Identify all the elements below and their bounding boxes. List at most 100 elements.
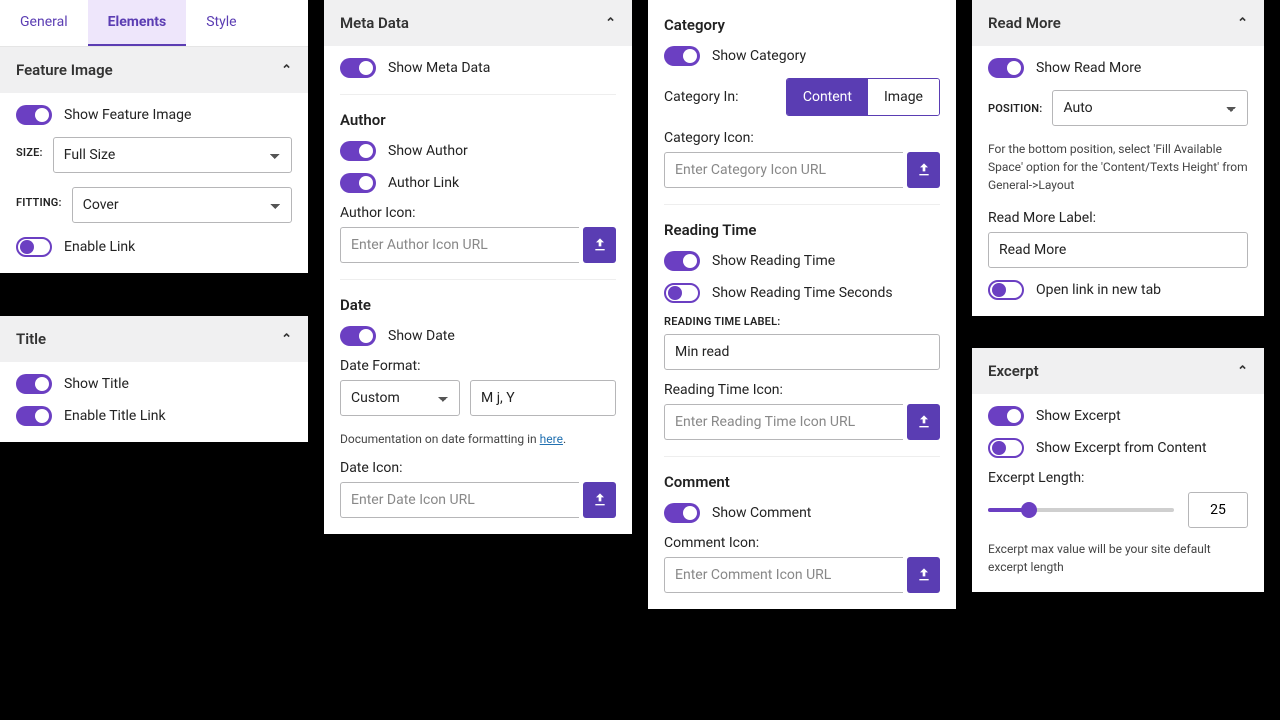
subheader-reading-time: Reading Time	[664, 221, 940, 239]
label-date-icon: Date Icon:	[340, 460, 616, 476]
upload-author-icon-button[interactable]	[583, 227, 616, 263]
label: Show Reading Time Seconds	[712, 285, 893, 301]
input-author-icon[interactable]	[340, 227, 579, 263]
toggle-author-link[interactable]	[340, 173, 376, 193]
help-position: For the bottom position, select 'Fill Av…	[988, 140, 1248, 194]
toggle-show-comment[interactable]	[664, 503, 700, 523]
label-author-icon: Author Icon:	[340, 205, 616, 221]
label-excerpt-length: Excerpt Length:	[988, 470, 1248, 486]
input-reading-time-icon[interactable]	[664, 404, 903, 440]
upload-icon	[592, 237, 608, 253]
label: Show Excerpt from Content	[1036, 440, 1207, 456]
label-comment-icon: Comment Icon:	[664, 535, 940, 551]
input-excerpt-length[interactable]: 25	[1188, 492, 1248, 528]
section-title: Excerpt	[988, 362, 1039, 380]
label-fitting: FITTING:	[16, 196, 62, 209]
section-title: Meta Data	[340, 14, 409, 32]
slider-excerpt-length[interactable]	[988, 508, 1174, 512]
section-excerpt[interactable]: Excerpt ⌃	[972, 348, 1264, 394]
label: Show Excerpt	[1036, 408, 1121, 424]
section-title: Read More	[988, 14, 1061, 32]
toggle-show-reading-time[interactable]	[664, 251, 700, 271]
label-size: SIZE:	[16, 146, 43, 159]
section-title: Title	[16, 330, 46, 348]
label-category-in: Category In:	[664, 89, 738, 105]
subheader-date: Date	[340, 296, 616, 314]
select-date-format[interactable]: Custom	[340, 380, 460, 416]
upload-category-icon-button[interactable]	[907, 152, 940, 188]
upload-icon	[916, 414, 932, 430]
input-date-icon[interactable]	[340, 482, 579, 518]
toggle-show-title[interactable]	[16, 374, 52, 394]
subheader-comment: Comment	[664, 473, 940, 491]
chevron-up-icon: ⌃	[281, 332, 292, 347]
toggle-show-category[interactable]	[664, 46, 700, 66]
label-reading-time-icon: Reading Time Icon:	[664, 382, 940, 398]
select-fitting[interactable]: Cover	[72, 187, 292, 223]
help-excerpt: Excerpt max value will be your site defa…	[988, 540, 1248, 576]
toggle-show-date[interactable]	[340, 326, 376, 346]
toggle-open-new-tab[interactable]	[988, 280, 1024, 300]
toggle-show-read-more[interactable]	[988, 58, 1024, 78]
toggle-enable-link[interactable]	[16, 237, 52, 257]
label-position: POSITION:	[988, 102, 1042, 115]
section-title[interactable]: Title ⌃	[0, 316, 308, 362]
label: Show Author	[388, 143, 468, 159]
section-title: Feature Image	[16, 61, 113, 79]
help-date-format: Documentation on date formatting in here…	[340, 430, 616, 448]
section-read-more[interactable]: Read More ⌃	[972, 0, 1264, 46]
section-feature-image[interactable]: Feature Image ⌃	[0, 47, 308, 93]
select-size[interactable]: Full Size	[53, 137, 292, 173]
toggle-show-meta[interactable]	[340, 58, 376, 78]
toggle-show-excerpt[interactable]	[988, 406, 1024, 426]
tab-style[interactable]: Style	[186, 0, 256, 46]
seg-option-content[interactable]: Content	[787, 79, 868, 115]
label: Show Category	[712, 48, 806, 64]
toggle-show-feature-image[interactable]	[16, 105, 52, 125]
label-reading-time-label: READING TIME LABEL:	[664, 315, 940, 328]
input-read-more-label[interactable]	[988, 232, 1248, 268]
label: Open link in new tab	[1036, 282, 1161, 298]
seg-category-in: Content Image	[786, 78, 940, 116]
label-category-icon: Category Icon:	[664, 130, 940, 146]
label: Show Read More	[1036, 60, 1141, 76]
label: Show Reading Time	[712, 253, 835, 269]
chevron-up-icon: ⌃	[1237, 364, 1248, 379]
upload-icon	[916, 162, 932, 178]
label: Enable Title Link	[64, 408, 166, 424]
label: Show Title	[64, 376, 129, 392]
input-date-custom-format[interactable]	[470, 380, 616, 416]
select-position[interactable]: Auto	[1052, 90, 1248, 126]
label: Enable Link	[64, 239, 135, 255]
label-date-format: Date Format:	[340, 358, 616, 374]
toggle-enable-title-link[interactable]	[16, 406, 52, 426]
label: Show Comment	[712, 505, 811, 521]
tab-elements[interactable]: Elements	[88, 0, 187, 46]
section-meta-data[interactable]: Meta Data ⌃	[324, 0, 632, 46]
toggle-show-reading-time-seconds[interactable]	[664, 283, 700, 303]
label: Show Meta Data	[388, 60, 490, 76]
upload-date-icon-button[interactable]	[583, 482, 616, 518]
upload-icon	[916, 567, 932, 583]
label: Show Date	[388, 328, 455, 344]
tab-general[interactable]: General	[0, 0, 88, 46]
chevron-up-icon: ⌃	[605, 16, 616, 31]
toggle-show-author[interactable]	[340, 141, 376, 161]
label-read-more-label: Read More Label:	[988, 210, 1248, 226]
toggle-excerpt-from-content[interactable]	[988, 438, 1024, 458]
upload-icon	[592, 492, 608, 508]
label: Author Link	[388, 175, 459, 191]
link-date-doc[interactable]: here	[540, 432, 563, 446]
chevron-up-icon: ⌃	[1237, 16, 1248, 31]
subheader-category: Category	[664, 16, 940, 34]
label: Show Feature Image	[64, 107, 191, 123]
seg-option-image[interactable]: Image	[868, 79, 939, 115]
input-comment-icon[interactable]	[664, 557, 903, 593]
input-reading-time-label[interactable]	[664, 334, 940, 370]
chevron-up-icon: ⌃	[281, 63, 292, 78]
input-category-icon[interactable]	[664, 152, 903, 188]
upload-comment-icon-button[interactable]	[907, 557, 940, 593]
tabs: General Elements Style	[0, 0, 308, 47]
upload-reading-time-icon-button[interactable]	[907, 404, 940, 440]
subheader-author: Author	[340, 111, 616, 129]
